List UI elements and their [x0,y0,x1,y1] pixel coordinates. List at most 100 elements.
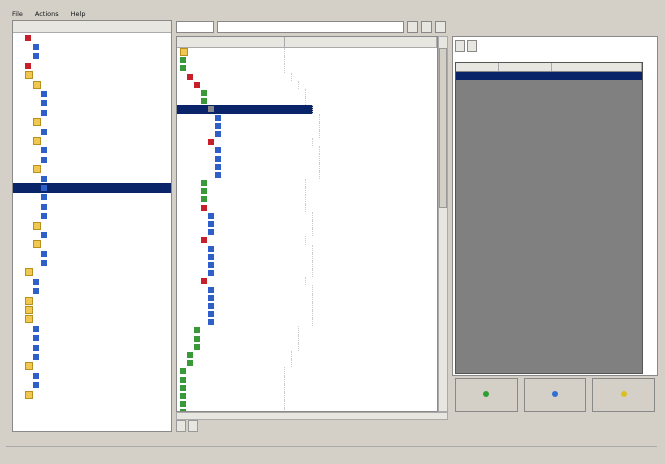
tree-item[interactable] [13,371,171,380]
list-row[interactable] [177,367,437,376]
tree-item[interactable] [13,296,171,305]
tree-item[interactable] [13,52,171,61]
tree-item[interactable] [13,211,171,220]
list-row[interactable] [177,244,437,253]
tree-item[interactable] [13,334,171,343]
list-row[interactable] [177,318,437,327]
object-list[interactable] [177,48,437,411]
list-row[interactable] [177,228,437,237]
list-row[interactable] [177,129,437,139]
action-button-3[interactable] [592,378,656,412]
details-grid-row[interactable] [456,72,642,80]
list-row[interactable] [177,97,437,106]
tree-item[interactable] [13,240,171,249]
tree-item[interactable] [13,287,171,296]
list-row[interactable] [177,400,437,409]
list-row[interactable] [177,170,437,179]
list-row[interactable] [177,334,437,343]
tree-item[interactable] [13,183,171,193]
tree-item[interactable] [13,202,171,211]
list-row[interactable] [177,252,437,261]
details-tab-1[interactable] [455,40,465,52]
horizontal-scrollbar[interactable] [176,412,448,420]
list-row[interactable] [177,277,437,286]
tree-item[interactable] [13,258,171,267]
menu-item-1[interactable]: Actions [35,10,59,18]
navigation-tree[interactable] [13,33,171,399]
tree-item[interactable] [13,136,171,145]
list-row[interactable] [177,350,437,360]
details-tab-2[interactable] [467,40,477,52]
tree-item[interactable] [13,174,171,183]
list-row[interactable] [177,211,437,220]
tree-item[interactable] [13,71,171,80]
list-row[interactable] [177,179,437,188]
tree-item[interactable] [13,324,171,333]
list-row[interactable] [177,105,437,114]
list-row[interactable] [177,146,437,155]
tree-item[interactable] [13,221,171,230]
list-row[interactable] [177,391,437,401]
list-row[interactable] [177,310,437,319]
tree-item[interactable] [13,249,171,258]
tree-item[interactable] [13,155,171,164]
list-row[interactable] [177,88,437,98]
tab-2[interactable] [188,420,198,432]
details-column-2[interactable] [499,63,552,71]
tree-item[interactable] [13,352,171,361]
action-button-1[interactable] [455,378,518,412]
tree-item[interactable] [13,118,171,127]
navigation-tree-panel[interactable] [12,20,172,432]
list-row[interactable] [177,236,437,245]
column-header-description[interactable] [285,37,437,47]
details-grid[interactable] [455,62,643,374]
tree-item[interactable] [13,230,171,239]
list-row[interactable] [177,195,437,204]
tree-item[interactable] [13,80,171,89]
tree-item[interactable] [13,108,171,117]
list-row[interactable] [177,113,437,122]
list-row[interactable] [177,359,437,368]
scrollbar-thumb[interactable] [439,48,447,208]
tree-item[interactable] [13,146,171,155]
details-column-3[interactable] [552,63,642,71]
list-row[interactable] [177,154,437,163]
list-row[interactable] [177,383,437,392]
tree-item[interactable] [13,380,171,389]
tree-item[interactable] [13,33,171,42]
filter-combo[interactable] [176,21,214,33]
tree-item[interactable] [13,61,171,70]
tree-item[interactable] [13,127,171,136]
list-row[interactable] [177,342,437,351]
column-header-name[interactable] [177,37,285,47]
filter-input[interactable] [217,21,404,33]
action-button-2[interactable] [523,378,587,412]
list-row[interactable] [177,219,437,229]
tree-item[interactable] [13,193,171,202]
list-row[interactable] [177,48,437,57]
tree-item[interactable] [13,390,171,399]
list-row[interactable] [177,56,437,65]
tree-item[interactable] [13,164,171,174]
tree-item[interactable] [13,362,171,371]
tree-item[interactable] [13,277,171,286]
object-list-panel[interactable] [176,36,438,412]
list-row[interactable] [177,269,437,278]
list-row[interactable] [177,162,437,171]
toolbar-button-1[interactable] [407,21,418,33]
list-row[interactable] [177,375,437,384]
list-row[interactable] [177,203,437,212]
menu-item-2[interactable]: Help [71,10,86,18]
list-row[interactable] [177,64,437,73]
details-column-1[interactable] [456,63,499,71]
list-row[interactable] [177,285,437,294]
tree-item[interactable] [13,42,171,51]
tree-item[interactable] [13,99,171,108]
list-row[interactable] [177,80,437,89]
tree-item[interactable] [13,268,171,277]
menu-item-0[interactable]: File [12,10,23,18]
list-row[interactable] [177,121,437,130]
toolbar-button-2[interactable] [421,21,432,33]
tree-item[interactable] [13,89,171,98]
list-row[interactable] [177,138,437,147]
